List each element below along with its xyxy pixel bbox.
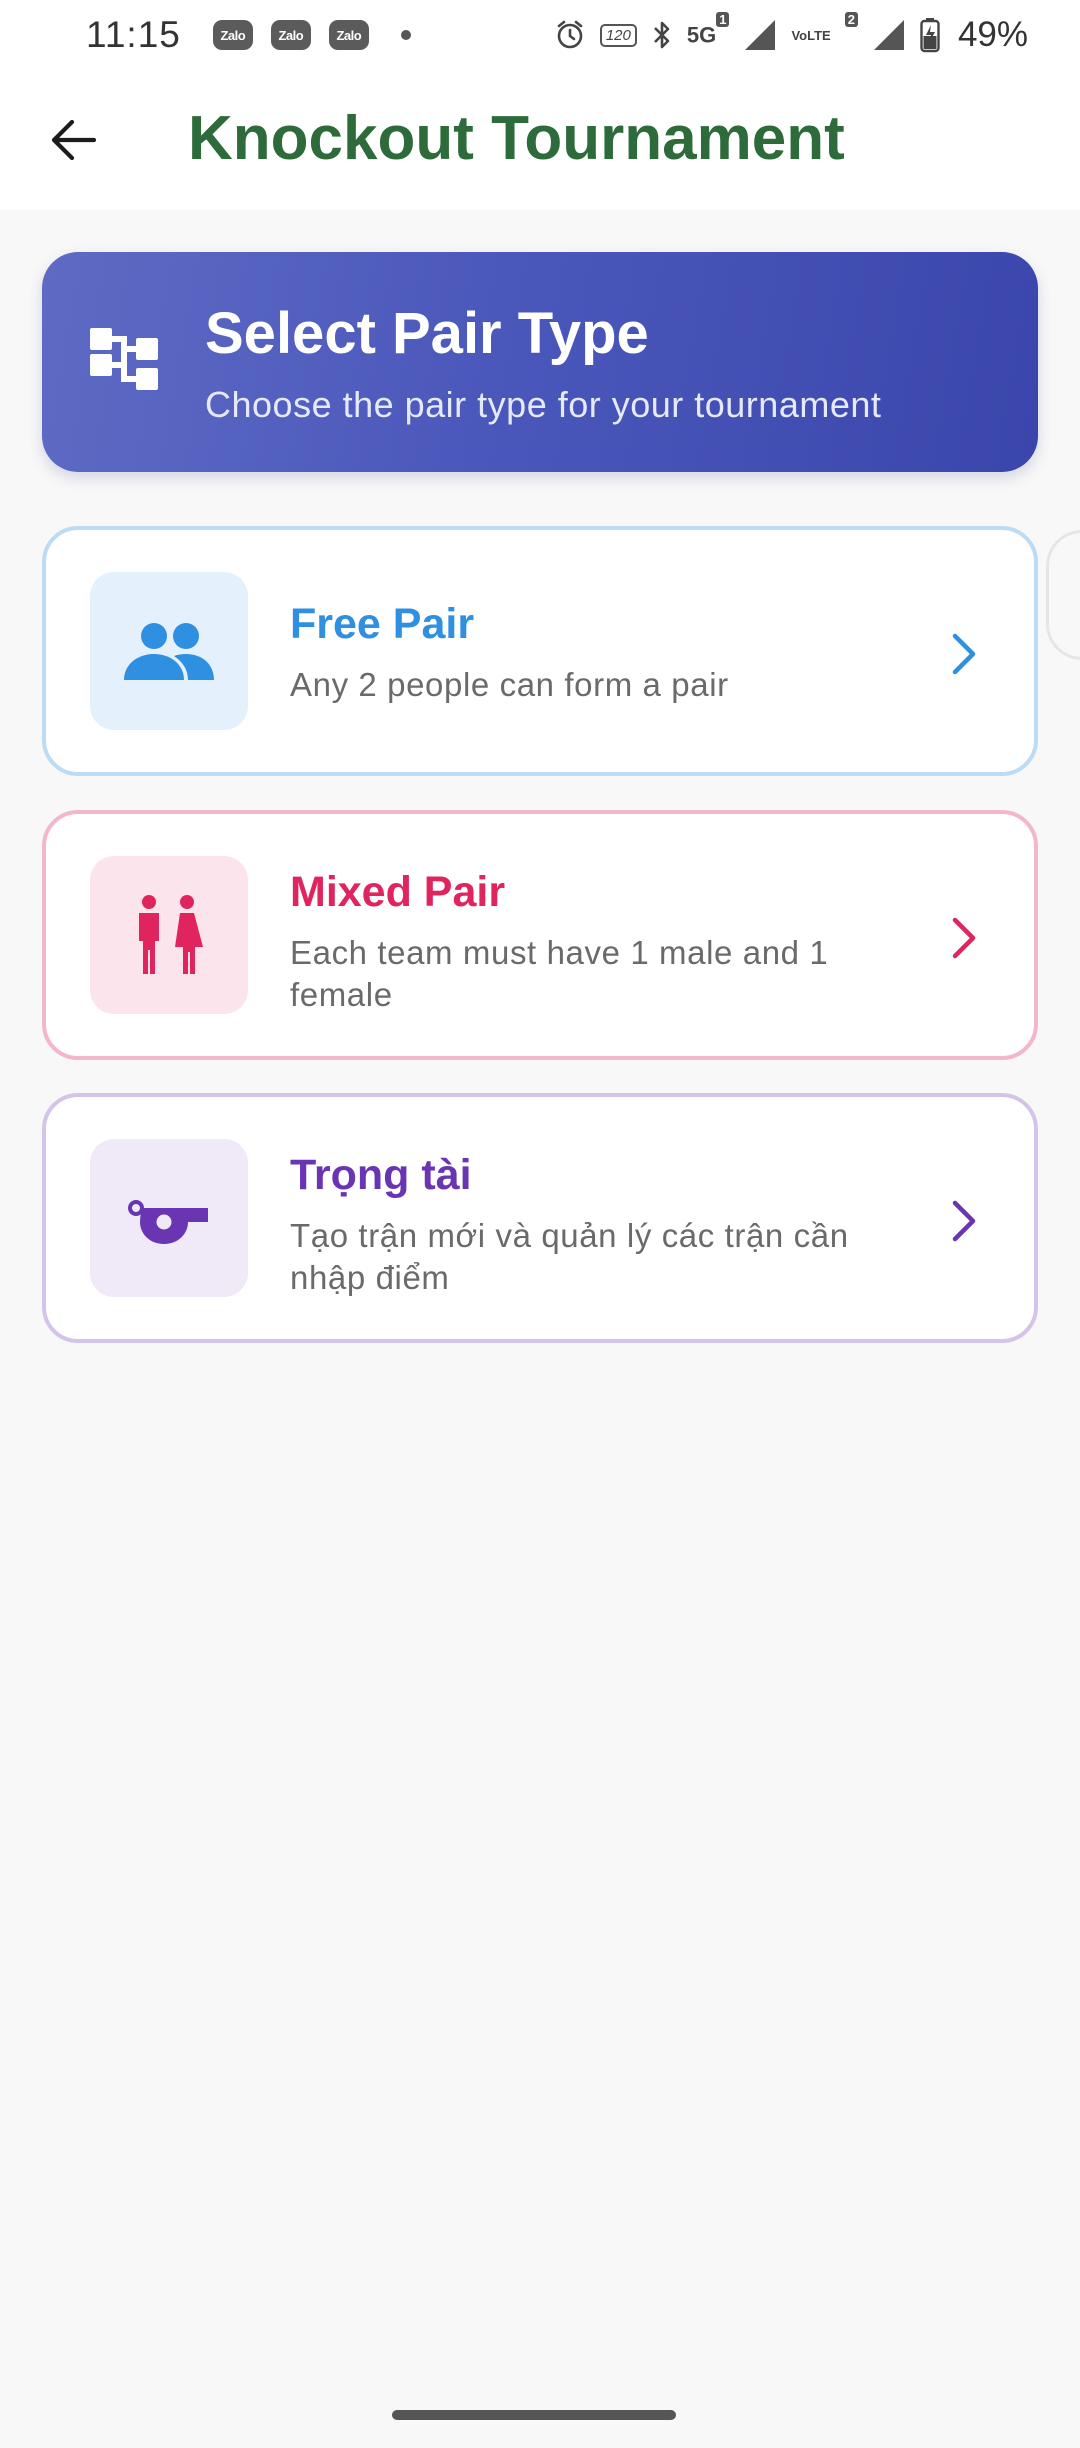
mixed-pair-description: Each team must have 1 male and 1 female xyxy=(290,934,829,1013)
zalo-notification-icon: Zalo xyxy=(270,20,311,50)
banner-title: Select Pair Type xyxy=(205,301,649,366)
mixed-pair-title: Mixed Pair xyxy=(290,868,506,916)
zalo-notification-icon: Zalo xyxy=(328,20,369,50)
bluetooth-icon xyxy=(651,19,673,51)
referee-card[interactable]: Trọng tài Tạo trận mới và quản lý các tr… xyxy=(42,1093,1038,1343)
battery-percentage: 49% xyxy=(957,15,1028,54)
sim1-badge: 1 xyxy=(716,11,730,27)
arrow-left-icon xyxy=(51,119,97,161)
status-left: 11:15 Zalo Zalo Zalo xyxy=(86,14,411,56)
referee-description: Tạo trận mới và quản lý các trận cần nhậ… xyxy=(290,1217,849,1296)
bracket-icon xyxy=(90,328,158,390)
volte-label: VoLTE xyxy=(791,27,831,43)
app-bar: Knockout Tournament xyxy=(0,70,1080,210)
zalo-notification-icon: Zalo xyxy=(212,20,253,50)
whistle-icon xyxy=(128,1200,208,1244)
free-pair-title: Free Pair xyxy=(290,600,475,648)
free-pair-icon-box xyxy=(90,572,248,730)
banner-subtitle: Choose the pair type for your tournament xyxy=(205,384,882,425)
more-notifications-dot xyxy=(400,30,411,40)
network-type-label: 5G xyxy=(686,22,717,48)
battery-charging-icon xyxy=(920,17,940,53)
chevron-right-icon xyxy=(940,626,988,682)
sim2-indicator: 2 xyxy=(844,11,858,48)
header-banner: Select Pair Type Choose the pair type fo… xyxy=(42,252,1038,472)
sim2-badge: 2 xyxy=(844,11,858,27)
status-right: 120 5G1 VoLTE 2 49% xyxy=(554,11,1028,55)
signal-icon xyxy=(743,18,777,52)
page-title: Knockout Tournament xyxy=(188,104,845,173)
mixed-pair-icon-box xyxy=(90,856,248,1014)
status-bar: 11:15 Zalo Zalo Zalo 120 5G1 VoLTE 2 49% xyxy=(0,0,1080,70)
chevron-right-icon xyxy=(940,1193,988,1249)
free-pair-description: Any 2 people can form a pair xyxy=(290,666,729,703)
referee-icon-box xyxy=(90,1139,248,1297)
home-indicator[interactable] xyxy=(392,2410,676,2420)
chevron-right-icon xyxy=(940,910,988,966)
free-pair-card[interactable]: Free Pair Any 2 people can form a pair xyxy=(42,526,1038,776)
male-female-icon xyxy=(139,895,203,974)
volte-icon: VoLTE xyxy=(791,28,830,43)
network-type: 5G1 xyxy=(686,11,730,48)
refresh-rate-icon: 120 xyxy=(599,23,637,47)
alarm-icon xyxy=(554,19,586,51)
back-button[interactable] xyxy=(32,104,116,176)
mixed-pair-card[interactable]: Mixed Pair Each team must have 1 male an… xyxy=(42,810,1038,1060)
signal-icon xyxy=(872,18,906,52)
status-time: 11:15 xyxy=(86,14,181,55)
people-icon xyxy=(124,623,214,680)
referee-title: Trọng tài xyxy=(290,1151,472,1199)
card-edge-decoration xyxy=(1046,530,1080,660)
